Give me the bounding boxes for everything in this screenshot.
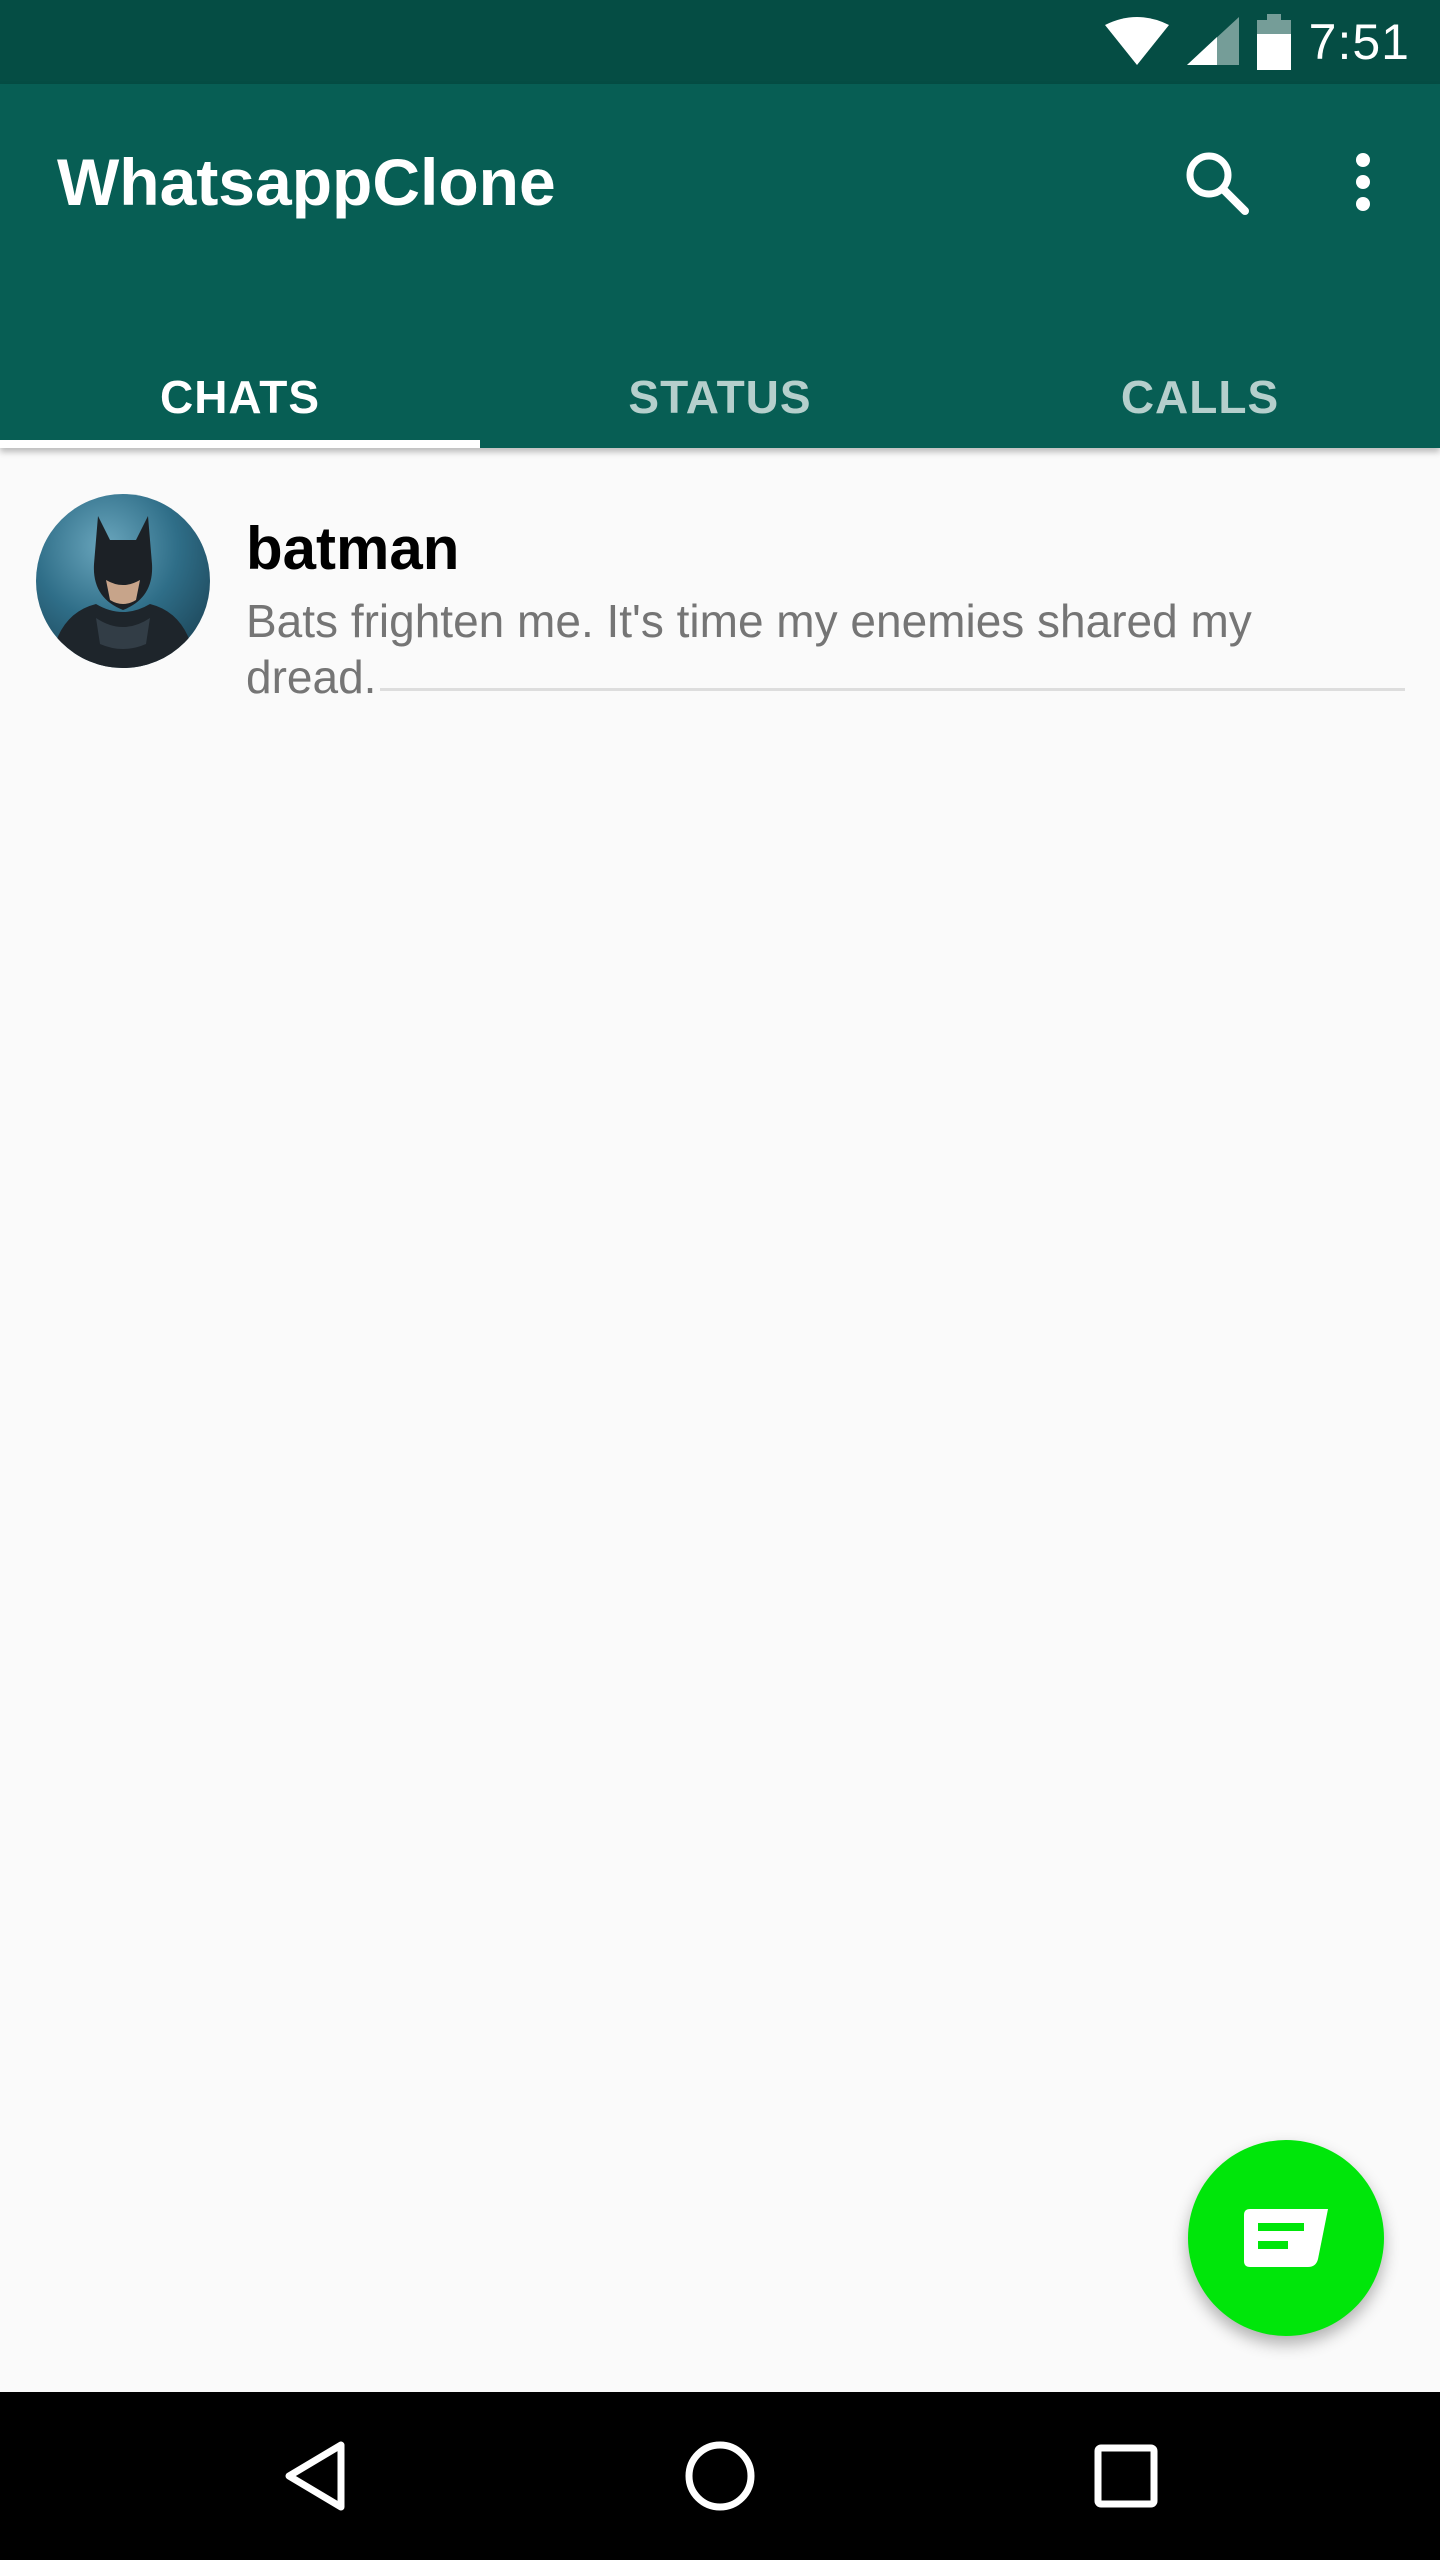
new-chat-icon: [1244, 2209, 1328, 2267]
home-circle-icon: [685, 2441, 755, 2511]
search-icon: [1186, 152, 1249, 215]
tab-bar: CHATS STATUS CALLS: [0, 364, 1440, 448]
tab-status[interactable]: STATUS: [480, 364, 960, 448]
avatar: [36, 494, 210, 668]
recents-square-icon: [1094, 2444, 1158, 2508]
status-bar: 7:51: [0, 0, 1440, 84]
nav-recents-button[interactable]: [1076, 2426, 1176, 2526]
tab-calls[interactable]: CALLS: [960, 364, 1440, 448]
tab-indicator: [0, 440, 480, 448]
chat-list-item[interactable]: batman Bats frighten me. It's time my en…: [0, 448, 1440, 708]
nav-home-button[interactable]: [670, 2426, 770, 2526]
chat-name: batman: [246, 515, 460, 582]
app-title: WhatsappClone: [57, 145, 556, 219]
more-vert-icon: [1356, 153, 1370, 211]
more-options-button[interactable]: [1325, 144, 1401, 220]
app-bar: WhatsappClone CHATS STATUS CALLS: [0, 84, 1440, 448]
avatar-image: [50, 516, 196, 668]
new-chat-fab[interactable]: [1188, 2140, 1384, 2336]
status-icons: 7:51: [1104, 0, 1410, 84]
system-nav-bar: [0, 2392, 1440, 2560]
chat-list: batman Bats frighten me. It's time my en…: [0, 448, 1440, 708]
nav-back-button[interactable]: [266, 2426, 366, 2526]
divider: [380, 688, 1405, 691]
battery-icon: [1256, 14, 1291, 70]
signal-icon: [1186, 17, 1239, 65]
status-time: 7:51: [1308, 14, 1410, 70]
tab-chats[interactable]: CHATS: [0, 364, 480, 448]
search-button[interactable]: [1178, 144, 1254, 220]
wifi-icon: [1104, 17, 1169, 65]
back-triangle-icon: [285, 2441, 345, 2511]
